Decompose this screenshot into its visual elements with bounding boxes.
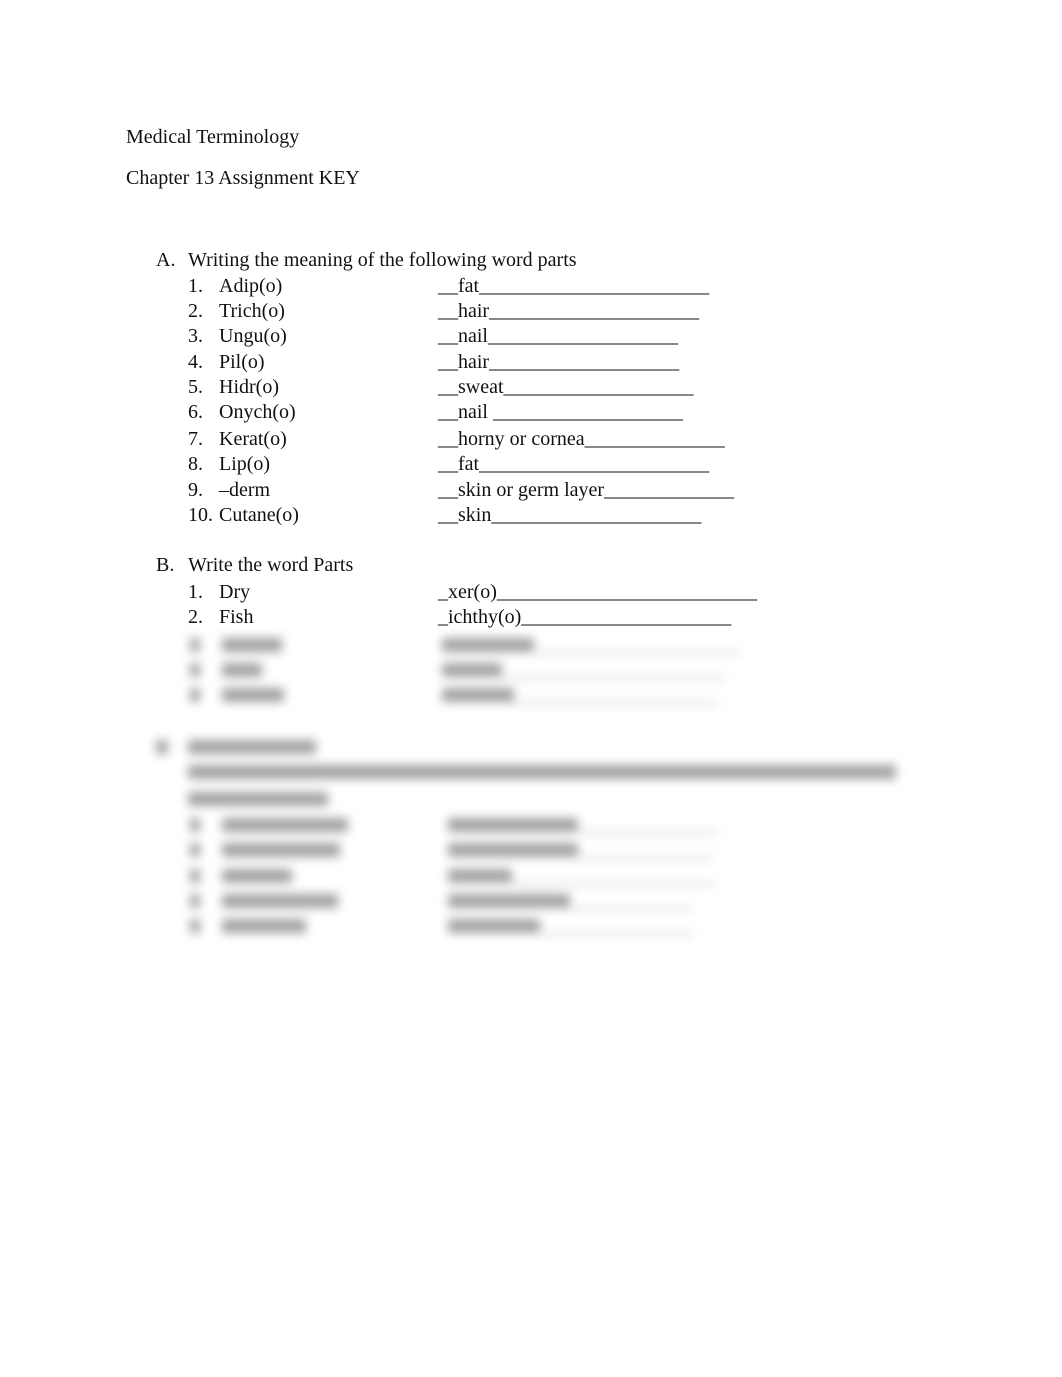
obscured-text (442, 663, 502, 677)
obscured-text (448, 869, 512, 883)
obscured-line (578, 857, 712, 859)
obscured-line (534, 652, 740, 654)
obscured-text (190, 638, 200, 652)
obscured-line (502, 677, 726, 679)
obscured-text (222, 688, 284, 702)
obscured-line (578, 832, 718, 834)
obscured-text (222, 843, 340, 857)
obscured-line (512, 883, 714, 885)
obscured-text (222, 663, 262, 677)
obscured-text (222, 638, 282, 652)
obscured-text (190, 688, 200, 702)
obscured-line (540, 933, 694, 935)
obscured-text (222, 869, 292, 883)
obscured-text (448, 919, 540, 933)
obscured-text (190, 894, 200, 908)
obscured-text (442, 688, 514, 702)
obscured-text (190, 869, 200, 883)
obscured-text (448, 818, 578, 832)
obscured-text (188, 792, 328, 806)
document-page: Medical Terminology Chapter 13 Assignmen… (0, 0, 1062, 1377)
obscured-text (442, 638, 534, 652)
obscured-text (188, 740, 316, 754)
obscured-text (448, 843, 578, 857)
obscured-text (448, 894, 570, 908)
obscured-text (156, 740, 168, 754)
obscured-text (188, 765, 896, 779)
obscured-text (222, 919, 306, 933)
obscured-text (190, 818, 200, 832)
obscured-text (222, 818, 348, 832)
obscured-line (570, 908, 692, 910)
obscured-text (190, 919, 200, 933)
blurred-preview-region (0, 0, 1062, 1000)
obscured-line (514, 702, 718, 704)
obscured-text (190, 663, 200, 677)
obscured-text (190, 843, 200, 857)
obscured-text (222, 894, 338, 908)
